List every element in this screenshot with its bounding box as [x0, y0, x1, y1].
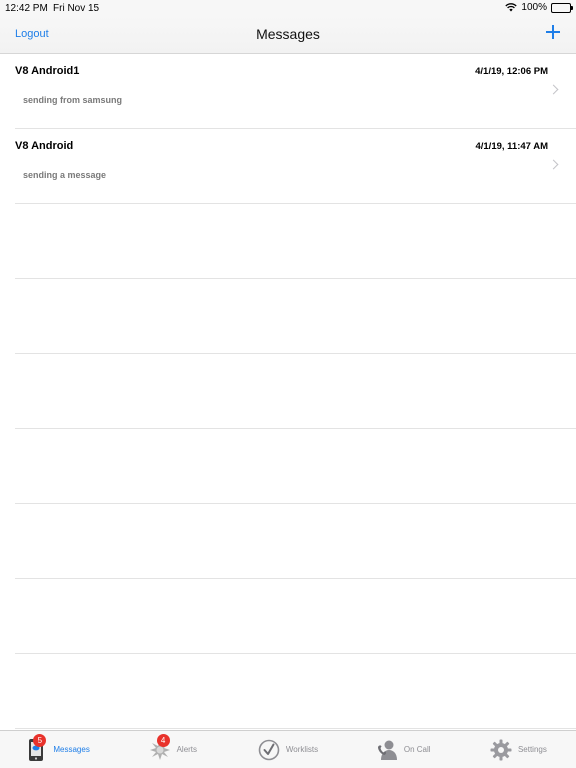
empty-row — [15, 429, 576, 504]
empty-row — [15, 654, 576, 729]
screen: 12:42 PM Fri Nov 15 100% Logout Messages… — [0, 0, 576, 768]
status-right: 100% — [505, 2, 573, 13]
empty-row — [15, 579, 576, 654]
chevron-right-icon — [548, 159, 559, 170]
add-message-button[interactable] — [544, 23, 562, 41]
messages-badge: 5 — [33, 733, 47, 747]
empty-row — [15, 204, 576, 279]
message-list: V8 Android1 4/1/19, 12:06 PM sending fro… — [0, 54, 576, 730]
message-preview: sending from samsung — [23, 95, 123, 105]
empty-row — [15, 354, 576, 429]
page-title: Messages — [256, 26, 320, 42]
messages-phone-icon: 5 — [25, 733, 47, 762]
message-row[interactable]: V8 Android 4/1/19, 11:47 AM sending a me… — [15, 129, 576, 204]
tab-settings[interactable]: Settings — [461, 731, 576, 768]
tab-label: On Call — [403, 745, 431, 754]
chevron-right-icon — [548, 84, 559, 95]
battery-percent: 100% — [521, 2, 547, 13]
message-preview: sending a message — [23, 170, 107, 180]
alerts-badge: 4 — [156, 733, 170, 747]
message-sender: V8 Android — [15, 140, 74, 152]
tab-label: Settings — [517, 745, 547, 754]
tab-worklists[interactable]: Worklists — [230, 731, 345, 768]
battery-icon — [551, 2, 573, 13]
status-bar: 12:42 PM Fri Nov 15 100% — [0, 0, 576, 16]
message-sender: V8 Android1 — [15, 65, 80, 77]
message-timestamp: 4/1/19, 12:06 PM — [475, 66, 548, 77]
on-call-person-icon — [376, 738, 398, 762]
tab-bar: 5 Messages 4 Alerts Worklists On Call Se… — [0, 730, 576, 768]
status-time: 12:42 PM — [5, 3, 48, 14]
wifi-icon — [505, 3, 518, 12]
tab-alerts[interactable]: 4 Alerts — [115, 731, 230, 768]
alert-burst-icon: 4 — [149, 733, 171, 762]
tab-on-call[interactable]: On Call — [346, 731, 461, 768]
tab-messages[interactable]: 5 Messages — [0, 731, 115, 768]
checkmark-circle-icon — [258, 738, 280, 762]
message-timestamp: 4/1/19, 11:47 AM — [475, 141, 548, 152]
empty-row — [15, 504, 576, 579]
tab-label: Alerts — [176, 745, 198, 754]
gear-icon — [490, 738, 512, 762]
empty-row — [15, 279, 576, 354]
tab-label: Worklists — [285, 745, 319, 754]
status-date: Fri Nov 15 — [53, 3, 100, 14]
navigation-bar: Logout Messages — [0, 16, 576, 54]
tab-label: Messages — [53, 745, 90, 754]
message-row[interactable]: V8 Android1 4/1/19, 12:06 PM sending fro… — [15, 54, 576, 129]
